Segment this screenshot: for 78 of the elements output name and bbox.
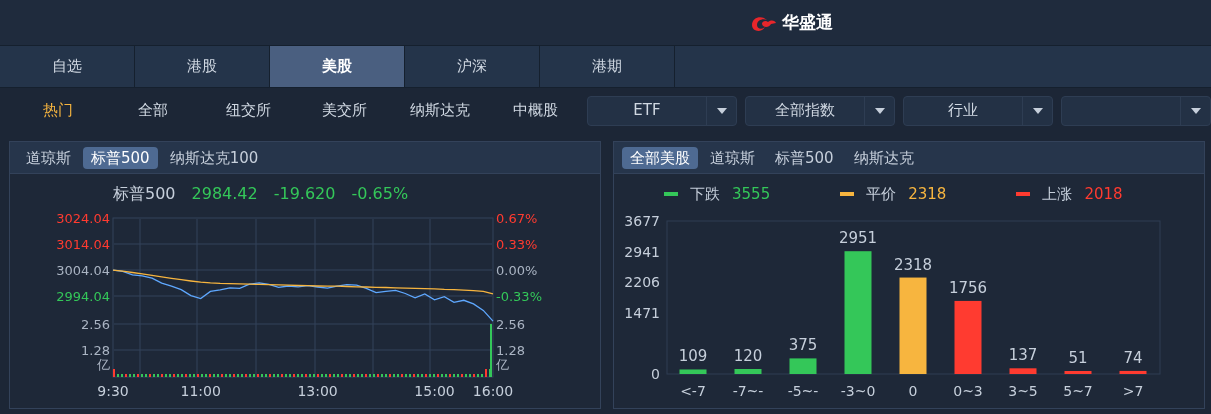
- bar-value-label: 120: [733, 347, 763, 365]
- x-axis-label: -5~-: [787, 383, 819, 399]
- x-axis-label: 3~5: [1008, 383, 1038, 399]
- caret-icon: [716, 107, 727, 114]
- volume-axis-label: 亿: [496, 357, 509, 372]
- time-axis-label: 11:00: [180, 383, 221, 399]
- x-axis-label: 0: [908, 383, 918, 399]
- time-axis-label: 16:00: [472, 383, 514, 399]
- panel-tab[interactable]: 纳斯达克100: [161, 146, 267, 169]
- panel-tab[interactable]: 全部美股: [622, 146, 698, 169]
- index-name: 标普500: [113, 183, 176, 205]
- legend-label: 下跌: [690, 183, 720, 205]
- time-axis-label: 9:30: [97, 383, 129, 399]
- legend-label: 平价: [866, 183, 897, 205]
- market-tab[interactable]: 美股: [270, 46, 405, 87]
- caret-icon: [874, 107, 885, 114]
- y-axis-label: 1471: [624, 304, 660, 321]
- caret-icon: [1190, 107, 1201, 114]
- bar-value-label: 51: [1068, 349, 1088, 367]
- category-link[interactable]: 热门: [14, 99, 102, 122]
- time-axis-label: 13:00: [297, 383, 338, 399]
- x-axis-label: 0~3: [953, 383, 983, 399]
- volume-axis-label: 1.28: [496, 343, 525, 358]
- percent-axis-label: 0.67%: [496, 214, 538, 226]
- caret-icon: [1032, 107, 1043, 114]
- bar-value-label: 137: [1008, 346, 1038, 365]
- x-axis-label: <-7: [680, 383, 706, 399]
- y-axis-label: 2941: [624, 243, 660, 260]
- y-axis-label: 0: [651, 366, 660, 382]
- index-percent: -0.65%: [351, 183, 409, 205]
- percent-axis-label: 0.33%: [496, 237, 538, 252]
- volume-axis-label: 2.56: [81, 317, 110, 332]
- panel-tab[interactable]: 道琼斯: [702, 146, 763, 169]
- bar-value-label: 2951: [838, 229, 878, 248]
- market-tab[interactable]: 港期: [540, 46, 675, 87]
- legend-count: 2318: [908, 183, 947, 205]
- brand-name: 华盛通: [782, 10, 833, 34]
- dropdown[interactable]: 行业: [903, 95, 1053, 126]
- bar-value-label: 2318: [893, 255, 933, 274]
- dropdown[interactable]: [1061, 95, 1211, 126]
- price-axis-label: 2994.04: [56, 289, 110, 304]
- category-link[interactable]: 纽交所: [205, 99, 293, 122]
- volume-axis-label: 2.56: [496, 317, 525, 332]
- panel-tab[interactable]: 纳斯达克: [845, 146, 922, 169]
- x-axis-label: -7~-: [732, 383, 764, 399]
- dropdown[interactable]: ETF: [587, 95, 737, 126]
- price-axis-label: 3004.04: [56, 263, 110, 278]
- percent-axis-label: 0.00%: [496, 263, 538, 278]
- category-link[interactable]: 纳斯达克: [396, 99, 484, 122]
- volume-axis-label: 亿: [97, 357, 110, 372]
- market-tab[interactable]: 自选: [0, 46, 135, 87]
- category-link[interactable]: 全部: [109, 99, 197, 122]
- panel-tab[interactable]: 标普500: [83, 146, 158, 169]
- x-axis-label: -3~0: [840, 383, 876, 399]
- x-axis-label: 5~7: [1063, 383, 1093, 399]
- y-axis-label: 3677: [624, 214, 660, 229]
- legend-count: 3555: [732, 183, 771, 205]
- price-axis-label: 3024.04: [56, 214, 110, 226]
- volume-axis-label: 1.28: [81, 343, 110, 358]
- percent-axis-label: -0.33%: [496, 289, 542, 304]
- category-link[interactable]: 中概股: [491, 99, 579, 122]
- index-price: 2984.42: [191, 183, 258, 205]
- legend-label: 上涨: [1042, 183, 1073, 205]
- x-axis-label: >7: [1122, 383, 1144, 399]
- time-axis-label: 15:00: [414, 383, 455, 399]
- bar-value-label: 74: [1123, 348, 1143, 367]
- panel-tab[interactable]: 标普500: [767, 146, 842, 169]
- index-change: -19.620: [273, 183, 336, 205]
- dropdown[interactable]: 全部指数: [745, 95, 895, 126]
- bar-value-label: 109: [678, 347, 708, 366]
- bar-value-label: 375: [788, 336, 818, 355]
- legend-count: 2018: [1084, 183, 1123, 205]
- category-link[interactable]: 美交所: [300, 99, 388, 122]
- y-axis-label: 2206: [624, 274, 660, 291]
- market-tab[interactable]: 沪深: [405, 46, 540, 87]
- panel-tab[interactable]: 道琼斯: [18, 146, 79, 169]
- price-axis-label: 3014.04: [56, 237, 110, 252]
- bar-value-label: 1756: [948, 278, 988, 297]
